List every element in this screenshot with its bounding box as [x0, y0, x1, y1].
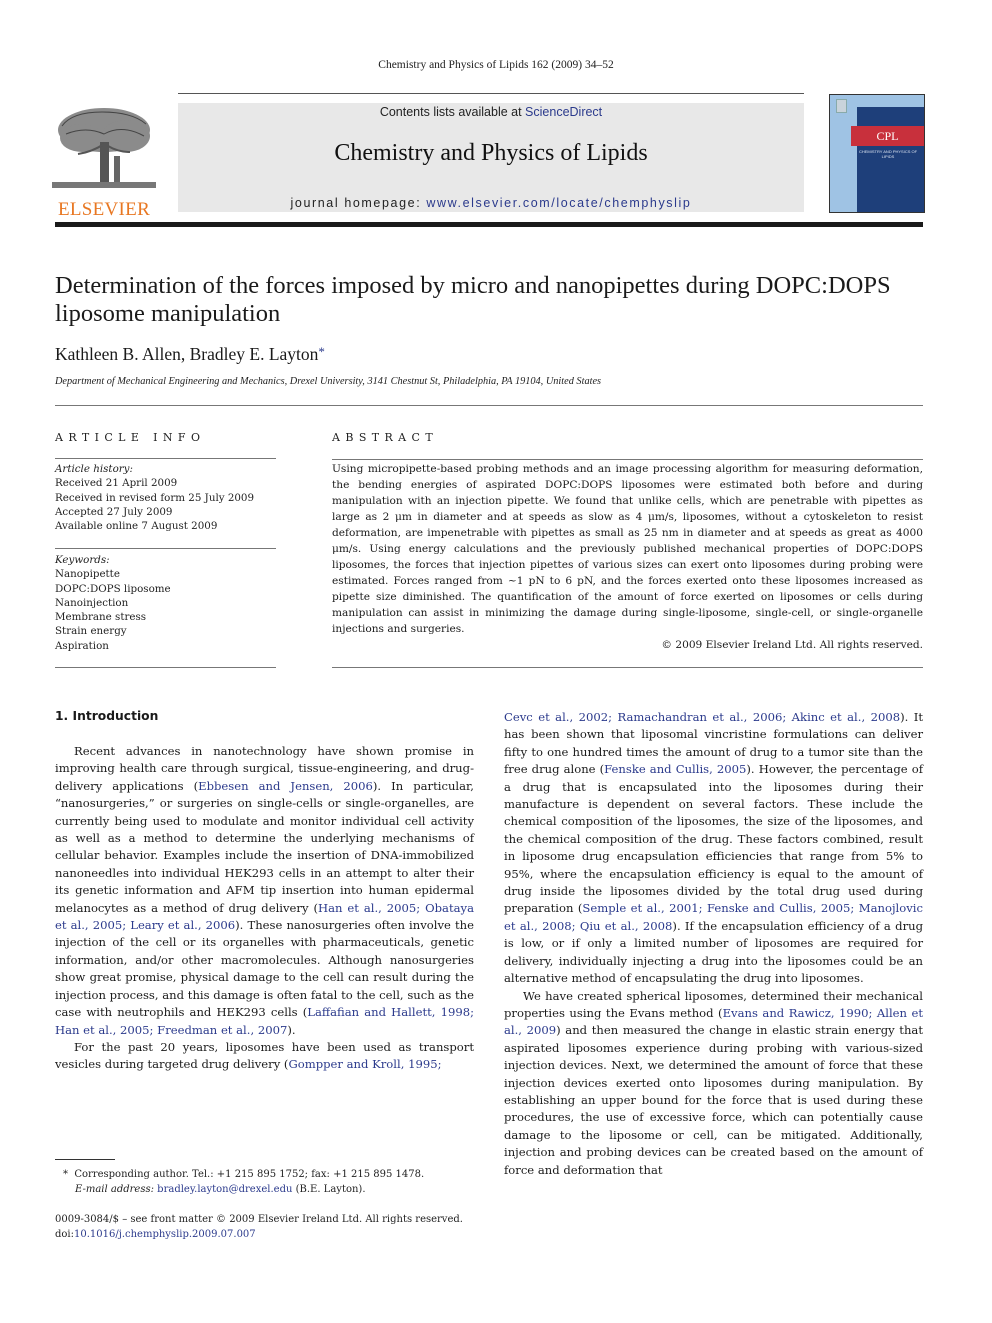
footnote-mark: *	[63, 1169, 68, 1180]
history-item: Received in revised form 25 July 2009	[55, 491, 255, 504]
cover-blue-panel	[857, 107, 924, 212]
doi-link[interactable]: 10.1016/j.chemphyslip.2009.07.007	[74, 1229, 256, 1240]
header-thick-rule	[55, 222, 923, 227]
intro-paragraph-2-start: For the past 20 years, liposomes have be…	[55, 1039, 474, 1074]
front-matter: 0009-3084/$ – see front matter © 2009 El…	[55, 1212, 463, 1242]
abstract-text: Using micropipette-based probing methods…	[332, 463, 923, 635]
journal-banner: Contents lists available at ScienceDirec…	[178, 103, 804, 212]
intro-paragraph-2-cont: Cevc et al., 2002; Ramachandran et al., …	[504, 709, 923, 988]
journal-title: Chemistry and Physics of Lipids	[334, 140, 648, 166]
email-label: E-mail address:	[75, 1184, 158, 1195]
keyword-item: Aspiration	[55, 639, 109, 652]
body-column-left: Recent advances in nanotechnology have s…	[55, 743, 474, 1074]
contents-prefix: Contents lists available at	[379, 105, 526, 119]
article-info-rule	[55, 458, 276, 459]
corresponding-author-mark[interactable]: *	[318, 344, 325, 359]
text-run: ).	[287, 1022, 296, 1037]
email-note: E-mail address: bradley.layton@drexel.ed…	[63, 1182, 424, 1197]
affiliation: Department of Mechanical Engineering and…	[55, 376, 602, 387]
issn-line: 0009-3084/$ – see front matter © 2009 El…	[55, 1214, 463, 1225]
abstract-bottom-rule	[332, 667, 923, 668]
cover-publisher-icon	[836, 99, 847, 113]
citation-link[interactable]: Ebbesen and Jensen, 2006	[198, 779, 373, 793]
footnote-rule	[55, 1159, 115, 1160]
introduction-heading: 1. Introduction	[55, 709, 159, 723]
corresponding-text: Corresponding author. Tel.: +1 215 895 1…	[74, 1169, 425, 1180]
keywords: Keywords: Nanopipette DOPC:DOPS liposome…	[55, 553, 285, 653]
doi-line: doi:10.1016/j.chemphyslip.2009.07.007	[55, 1227, 463, 1242]
article-info-heading: ARTICLE INFO	[55, 431, 206, 444]
journal-cover-thumbnail[interactable]: CPL CHEMISTRY AND PHYSICS OF LIPIDS	[829, 94, 925, 213]
contents-line: Contents lists available at ScienceDirec…	[178, 105, 804, 119]
keyword-item: DOPC:DOPS liposome	[55, 582, 171, 595]
citation-link[interactable]: Gompper and Kroll, 1995;	[288, 1057, 441, 1071]
article-history: Article history: Received 21 April 2009 …	[55, 462, 285, 533]
corresponding-author-note: * Corresponding author. Tel.: +1 215 895…	[63, 1167, 424, 1182]
intro-paragraph-3: We have created spherical liposomes, det…	[504, 988, 923, 1179]
article-info-bottom-rule	[55, 667, 276, 668]
journal-homepage-link[interactable]: www.elsevier.com/locate/chemphyslip	[426, 196, 691, 210]
keyword-item: Nanoinjection	[55, 596, 129, 609]
intro-paragraph-1: Recent advances in nanotechnology have s…	[55, 743, 474, 1039]
text-run: ). However, the percentage of a drug tha…	[504, 762, 923, 916]
cover-subtitle: CHEMISTRY AND PHYSICS OF LIPIDS	[858, 149, 918, 159]
email-suffix: (B.E. Layton).	[292, 1184, 366, 1195]
authors: Kathleen B. Allen, Bradley E. Layton	[55, 344, 319, 364]
citation-link[interactable]: Fenske and Cullis, 2005	[604, 762, 746, 776]
abstract-heading: ABSTRACT	[332, 431, 439, 444]
history-item: Available online 7 August 2009	[55, 520, 218, 533]
footnote: * Corresponding author. Tel.: +1 215 895…	[63, 1167, 424, 1197]
journal-homepage-line: journal homepage: www.elsevier.com/locat…	[178, 196, 804, 210]
elsevier-wordmark: ELSEVIER	[57, 199, 151, 220]
sciencedirect-link[interactable]: ScienceDirect	[525, 105, 602, 119]
running-head: Chemistry and Physics of Lipids 162 (200…	[378, 59, 614, 71]
author-line: Kathleen B. Allen, Bradley E. Layton*	[55, 344, 325, 365]
cover-abbrev: CPL	[851, 126, 924, 146]
abstract-rule	[332, 459, 923, 460]
keyword-item: Nanopipette	[55, 568, 120, 581]
text-run: ) and then measured the change in elasti…	[504, 1023, 923, 1177]
text-run: ). In particular, “nanosurgeries,” or su…	[55, 778, 474, 915]
doi-prefix: doi:	[55, 1229, 74, 1240]
history-item: Received 21 April 2009	[55, 477, 178, 490]
homepage-prefix: journal homepage:	[290, 196, 427, 210]
text-run: ). These nanosurgeries often involve the…	[55, 918, 474, 1020]
abstract-copyright: © 2009 Elsevier Ireland Ltd. All rights …	[661, 639, 923, 651]
keywords-label: Keywords:	[55, 554, 110, 566]
elsevier-logo[interactable]: ELSEVIER	[52, 104, 156, 220]
article-title: Determination of the forces imposed by m…	[55, 272, 891, 327]
header-top-rule	[178, 93, 804, 94]
keyword-item: Strain energy	[55, 625, 127, 638]
article-history-label: Article history:	[55, 463, 133, 475]
elsevier-tree-icon	[52, 104, 156, 194]
title-rule	[55, 405, 923, 406]
body-column-right: Cevc et al., 2002; Ramachandran et al., …	[504, 709, 923, 1179]
citation-link[interactable]: Cevc et al., 2002; Ramachandran et al., …	[504, 710, 900, 724]
email-link[interactable]: bradley.layton@drexel.edu	[157, 1184, 292, 1195]
keyword-item: Membrane stress	[55, 611, 147, 624]
history-item: Accepted 27 July 2009	[55, 505, 173, 518]
keywords-rule	[55, 548, 276, 549]
